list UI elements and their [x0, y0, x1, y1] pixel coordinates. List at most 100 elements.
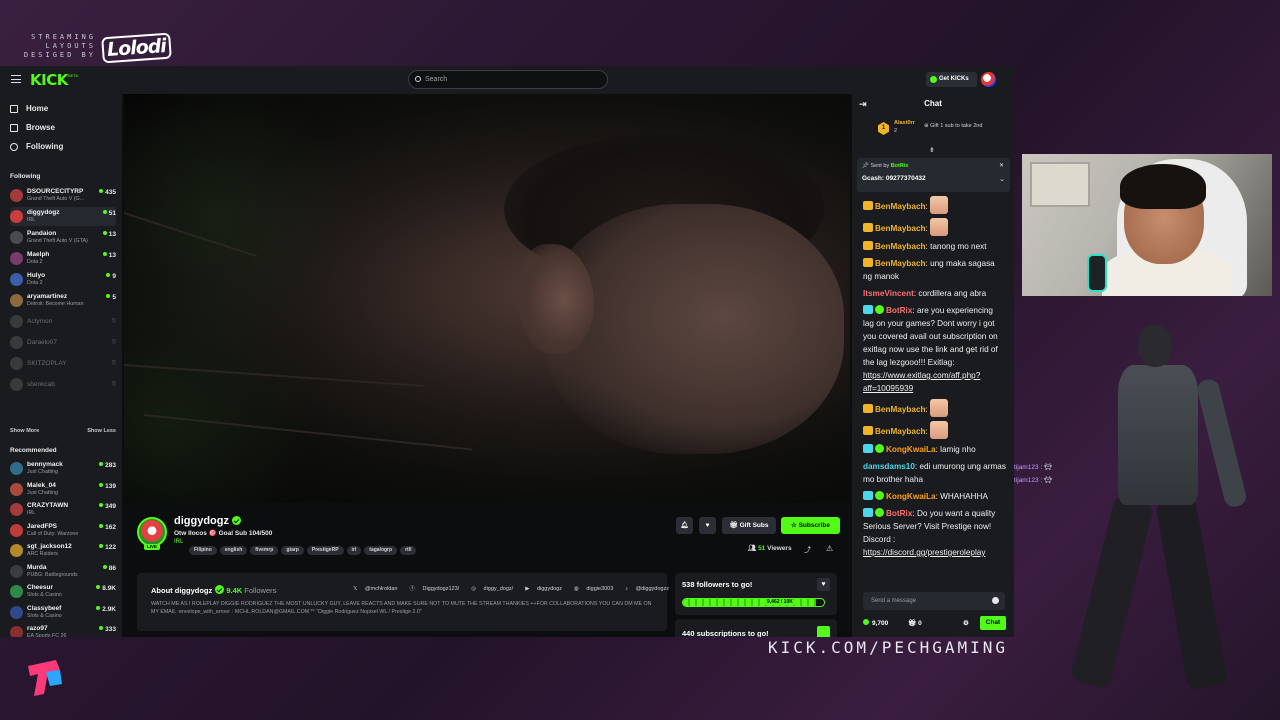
video-player[interactable] [124, 94, 850, 503]
kick-logo[interactable]: KICK [30, 72, 68, 88]
stream-category[interactable]: IRL [174, 539, 183, 545]
chat-username[interactable]: BenMaybach [875, 259, 926, 268]
sidebar-channel[interactable]: Hulyo Dota 2 9 [10, 270, 116, 289]
sidebar-nav-home[interactable]: Home [10, 103, 48, 115]
emote-picker-icon[interactable] [992, 597, 999, 604]
search-input[interactable]: Search [408, 70, 608, 89]
chat-username[interactable]: BotRix [886, 509, 912, 518]
sidebar-channel[interactable]: SKITZOPLAY ⦸ [10, 354, 116, 373]
sidebar-channel[interactable]: Maelph Dota 2 13 [10, 249, 116, 268]
chat-username[interactable]: BenMaybach [875, 242, 926, 251]
stream-tag[interactable]: Filipino [189, 545, 217, 555]
social-link[interactable]: 𝕏 @mchlroldan [353, 586, 403, 592]
chat-username[interactable]: BenMaybach [875, 224, 926, 233]
social-link[interactable]: ◎ diggy_dogz/ [471, 586, 519, 592]
sidebar-nav-browse[interactable]: Browse [10, 122, 55, 134]
browse-icon [10, 124, 18, 132]
social-link[interactable]: ◍ diggie3003 [574, 586, 619, 592]
offline-icon: ⦸ [111, 359, 116, 366]
chat-link[interactable]: https://discord.gg/prestigeroleplay [863, 548, 985, 557]
chat-message: damsdams10: edi umurong ung armas mo bro… [863, 460, 1006, 486]
heart-icon[interactable]: ♥ [817, 578, 830, 591]
gift-cta[interactable]: ⊕ Gift 1 sub to take 2nd [924, 123, 982, 129]
subs-goal-card: 440 subscriptions to go! [675, 619, 837, 637]
sidebar-channel[interactable]: Pandaion Grand Theft Auto V (GTA) 13 [10, 228, 116, 247]
stream-tag[interactable]: english [219, 545, 248, 555]
streamer-avatar[interactable] [137, 517, 167, 547]
chat-title: Chat [924, 99, 942, 108]
stream-tag[interactable]: irl [346, 545, 362, 555]
chat-username[interactable]: BenMaybach [875, 405, 926, 414]
stream-tag[interactable]: rtll [400, 545, 417, 555]
kicks-balance[interactable]: 🎁︎ 0 [908, 619, 922, 627]
sidebar-channel[interactable]: sbenkcab ⦸ [10, 375, 116, 394]
sidebar-recommended-channel[interactable]: Malek_04 Just Chatting 139 [10, 480, 116, 499]
chevron-down-icon[interactable]: ⌄ [999, 175, 1005, 183]
home-icon [10, 105, 18, 113]
chat-message: BenMaybach: [863, 399, 1006, 417]
chat-username[interactable]: KongKwaiLa [886, 492, 936, 501]
collapse-chat-icon[interactable]: ⇥ [859, 94, 867, 114]
channel-name: Murda [27, 563, 47, 571]
sidebar-channel[interactable]: aryamartinez Detroit: Become Human 5 [10, 291, 116, 310]
pinned-user[interactable]: BotRix [891, 163, 909, 169]
stream-tag[interactable]: tagalogrp [364, 545, 398, 555]
notification-button[interactable]: 🔔︎ [676, 517, 693, 534]
social-icon: 𝕏 [353, 586, 359, 592]
menu-icon[interactable] [11, 75, 21, 83]
social-link[interactable]: ♪ @diggydogzz [625, 586, 675, 592]
follow-button[interactable]: ♥ [699, 517, 716, 534]
sidebar-recommended-channel[interactable]: Cheesur Slots & Casino 8.9K [10, 582, 116, 601]
expand-icon[interactable]: ⇟ [929, 146, 935, 154]
chat-username[interactable]: BenMaybach [875, 427, 926, 436]
chat-username[interactable]: BotRix [886, 306, 912, 315]
subs-goal-icon[interactable] [817, 626, 830, 637]
crown-badge-icon [863, 426, 873, 435]
kicks-balance-value: 0 [918, 620, 922, 627]
stream-tag[interactable]: PrestigeRP [306, 545, 344, 555]
sidebar-recommended-channel[interactable]: bennymack Just Chatting 283 [10, 459, 116, 478]
stream-tag[interactable]: fivemrp [250, 545, 279, 555]
sidebar-recommended-channel[interactable]: CRAZYTAWN IRL 349 [10, 500, 116, 519]
stream-tag[interactable]: gtarp [281, 545, 304, 555]
show-more-button[interactable]: Show More [10, 428, 39, 434]
bot-badge-icon [863, 444, 873, 453]
send-chat-button[interactable]: Chat [980, 616, 1006, 630]
subs-goal-title: 440 subscriptions to go! [682, 629, 769, 637]
chat-username[interactable]: damsdams10 [863, 462, 915, 471]
sidebar: Home Browse Following Following DSOURCEC… [0, 94, 122, 637]
sidebar-recommended-channel[interactable]: sgt_jackson12 ARC Raiders 122 [10, 541, 116, 560]
report-icon[interactable]: ⚠ [826, 544, 833, 553]
get-kicks-button[interactable]: Get KICKs [926, 72, 977, 87]
sidebar-nav-following[interactable]: Following [10, 141, 63, 153]
social-link[interactable]: ▶ diggydogz [525, 586, 568, 592]
chat-username[interactable]: KongKwaiLa [886, 445, 936, 454]
sidebar-recommended-channel[interactable]: razo97 EA Sports FC 26 333 [10, 623, 116, 637]
gear-icon[interactable]: ⚙ [963, 619, 969, 627]
sidebar-channel[interactable]: DSOURCECITYRP Grand Theft Auto V (G... 435 [10, 186, 116, 205]
sidebar-recommended-channel[interactable]: JaredFPS Call of Duty: Warzone 162 [10, 521, 116, 540]
offline-icon: ⦸ [111, 317, 116, 324]
sidebar-channel[interactable]: diggydogz IRL 51 [10, 207, 116, 226]
subscribe-button[interactable]: ☆ Subscribe [781, 517, 840, 534]
share-icon[interactable]: ⤴ [804, 545, 811, 555]
sidebar-channel[interactable]: Actymon ⦸ [10, 312, 116, 331]
unpin-icon[interactable]: ✕ [999, 162, 1004, 169]
social-link[interactable]: ⓕ Diggydogz123/ [409, 586, 465, 592]
sidebar-recommended-channel[interactable]: Murda PUBG: Battlegrounds 86 [10, 562, 116, 581]
sidebar-channel[interactable]: Daraelo07 ⦸ [10, 333, 116, 352]
chat-username[interactable]: BenMaybach [875, 202, 926, 211]
show-less-button[interactable]: Show Less [87, 428, 116, 434]
sidebar-recommended-channel[interactable]: Classybeef Slots & Casino 2.9K [10, 603, 116, 622]
chat-username[interactable]: ItsmeVincent [863, 289, 914, 298]
chat-link[interactable]: https://www.exitlag.com/aff.php?aff=1009… [863, 371, 980, 393]
gift-subs-button[interactable]: 🎁︎ Gift Subs [722, 517, 776, 534]
channel-viewers: 349 [99, 503, 116, 510]
channel-points[interactable]: 9,700 [863, 619, 888, 627]
chat-input[interactable]: Send a message [863, 592, 1005, 610]
channel-viewers: 13 [103, 231, 116, 238]
top-gifter-name[interactable]: Alast0rr [894, 120, 915, 126]
streamer-name[interactable]: diggydogz [174, 515, 241, 527]
subscribe-label: Subscribe [798, 522, 831, 529]
user-avatar[interactable] [981, 72, 996, 87]
